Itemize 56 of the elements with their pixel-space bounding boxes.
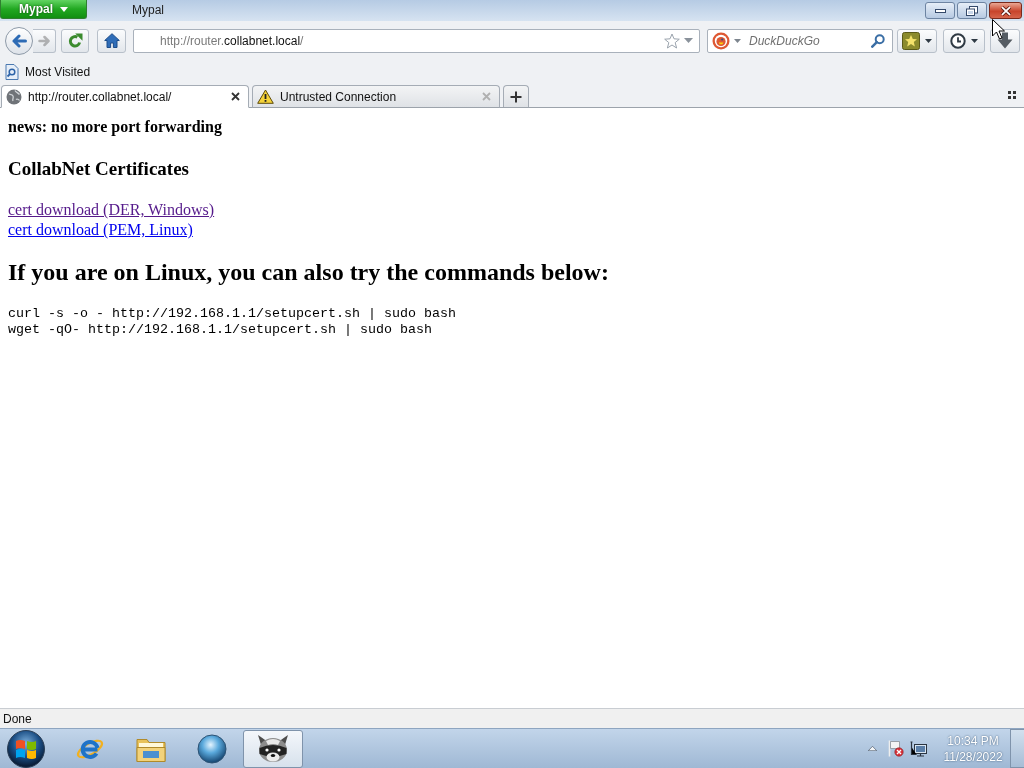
news-text: news: no more port forwarding bbox=[8, 117, 222, 136]
close-icon bbox=[999, 5, 1012, 16]
page-search-icon bbox=[5, 63, 19, 80]
minimize-icon bbox=[934, 8, 946, 13]
caret-icon bbox=[971, 38, 978, 43]
address-field[interactable]: http://router.collabnet.local/ bbox=[133, 28, 700, 53]
home-icon bbox=[103, 33, 120, 48]
reload-button[interactable] bbox=[61, 28, 89, 53]
mouse-pointer-icon bbox=[992, 19, 1005, 40]
close-button[interactable] bbox=[989, 2, 1022, 19]
window-title: Mypal bbox=[132, 2, 164, 19]
section-heading: If you are on Linux, you can also try the commands below: bbox=[8, 258, 609, 286]
page-heading: CollabNet Certificates bbox=[8, 158, 189, 180]
dropdown-caret-icon[interactable] bbox=[684, 38, 693, 43]
dropdown-caret-icon bbox=[734, 38, 741, 43]
clock-icon bbox=[950, 32, 966, 49]
restore-button[interactable] bbox=[957, 2, 987, 19]
back-arrow-icon bbox=[11, 33, 27, 48]
history-button[interactable] bbox=[943, 28, 985, 53]
bookmarks-button[interactable] bbox=[897, 28, 937, 53]
restore-icon bbox=[966, 5, 978, 16]
flag-icon[interactable] bbox=[888, 740, 904, 757]
caret-icon bbox=[925, 38, 932, 43]
star-tile-icon bbox=[902, 31, 920, 50]
new-tab-button[interactable] bbox=[503, 85, 529, 107]
download-link[interactable]: cert download (DER, Windows) bbox=[8, 200, 215, 220]
search-field[interactable]: DuckDuckGo bbox=[707, 28, 893, 53]
reload-icon bbox=[67, 32, 83, 49]
close-icon[interactable] bbox=[231, 92, 240, 101]
search-icon[interactable] bbox=[871, 33, 885, 48]
download-link[interactable]: cert download (PEM, Linux) bbox=[8, 220, 193, 240]
up-arrow-icon bbox=[867, 746, 877, 751]
status-text: Done bbox=[3, 711, 32, 726]
bookmark-folder[interactable]: Most Visited bbox=[3, 61, 94, 82]
start-orb-icon bbox=[6, 729, 46, 768]
caret-icon bbox=[60, 6, 68, 12]
down-arrow-icon bbox=[997, 32, 1013, 49]
taskbar-button[interactable] bbox=[243, 729, 303, 768]
list-tabs-button[interactable] bbox=[1005, 88, 1019, 102]
forward-arrow-icon bbox=[37, 34, 51, 47]
star-icon[interactable] bbox=[664, 32, 680, 49]
plus-icon bbox=[510, 90, 522, 103]
home-button[interactable] bbox=[97, 28, 126, 53]
sphere-icon bbox=[197, 733, 227, 764]
warning-icon bbox=[257, 89, 274, 104]
network-icon[interactable] bbox=[910, 740, 928, 757]
tab[interactable]: Untrusted Connection bbox=[252, 85, 500, 108]
minimize-button[interactable] bbox=[925, 2, 955, 19]
dots-icon bbox=[1008, 91, 1016, 99]
duck-logo-icon bbox=[712, 31, 730, 50]
tab[interactable]: http://router.collabnet.local/ bbox=[1, 85, 249, 108]
command-line: wget -qO- http://192.168.1.1/setupcert.sh | sudo bash bbox=[8, 322, 432, 338]
back-button[interactable] bbox=[5, 26, 33, 55]
globe-icon bbox=[6, 88, 22, 105]
command-line: curl -s -o - http://192.168.1.1/setupcert.sh | sudo bash bbox=[8, 306, 456, 322]
raccoon-icon bbox=[256, 733, 290, 764]
